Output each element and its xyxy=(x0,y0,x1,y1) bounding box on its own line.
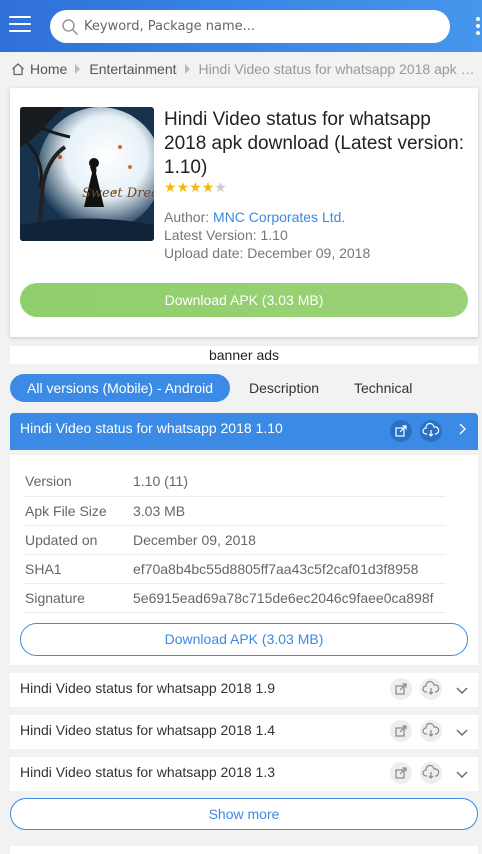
version-row[interactable]: Hindi Video status for whatsapp 2018 1.3 xyxy=(10,757,478,791)
cloud-download-icon[interactable] xyxy=(420,420,442,442)
detail-value: 1.10 (11) xyxy=(132,467,446,497)
version-row[interactable]: Hindi Video status for whatsapp 2018 1.4 xyxy=(10,715,478,749)
version-title: Hindi Video status for whatsapp 2018 1.3 xyxy=(20,764,276,780)
detail-key: SHA1 xyxy=(24,554,132,584)
detail-value: ef70a8b4bc55d8805ff7aa43c5f2caf01d3f8958 xyxy=(132,554,446,584)
cloud-download-icon[interactable] xyxy=(420,720,442,742)
detail-key: Signature xyxy=(24,583,132,613)
star-icon: ★ xyxy=(189,179,202,195)
breadcrumb-home[interactable]: Home xyxy=(30,61,67,77)
author-label: Author: xyxy=(164,209,210,225)
search-box[interactable] xyxy=(50,10,450,43)
breadcrumb: Home Entertainment Hindi Video status for … xyxy=(11,60,477,80)
more-vertical-icon[interactable] xyxy=(476,17,482,37)
details-table: Version 1.10 (11) Apk File Size 3.03 MB Up… xyxy=(24,467,446,613)
download-apk-version-button[interactable]: Download APK (3.03 MB) xyxy=(20,623,468,656)
app-icon: Sweet Dreams xyxy=(20,107,154,241)
download-apk-button[interactable]: Download APK (3.03 MB) xyxy=(20,283,468,317)
external-link-icon[interactable] xyxy=(390,420,412,442)
table-row: Version 1.10 (11) xyxy=(24,467,446,497)
detail-value: 3.03 MB xyxy=(132,496,446,526)
menu-icon[interactable] xyxy=(9,16,31,36)
app-title: Hindi Video status for whatsapp 2018 apk… xyxy=(164,109,464,178)
table-row: SHA1 ef70a8b4bc55d8805ff7aa43c5f2caf01d3f… xyxy=(24,554,446,584)
rating-stars: ★★★★★ xyxy=(164,180,227,194)
cloud-download-icon[interactable] xyxy=(420,762,442,784)
chevron-down-icon[interactable] xyxy=(456,768,468,780)
star-icon: ★ xyxy=(201,179,215,195)
external-link-icon[interactable] xyxy=(390,762,412,784)
breadcrumb-current: Hindi Video status for whatsapp 2018 apk… xyxy=(198,61,477,78)
banner-ads: banner ads xyxy=(10,346,478,364)
latest-version: Latest Version: 1.10 xyxy=(164,227,288,243)
detail-key: Updated on xyxy=(24,525,132,555)
cloud-download-icon[interactable] xyxy=(420,678,442,700)
show-more-button[interactable]: Show more xyxy=(10,798,478,830)
external-link-icon[interactable] xyxy=(390,720,412,742)
author-link[interactable]: MNC Corporates Ltd. xyxy=(213,209,345,225)
chevron-down-icon[interactable] xyxy=(456,726,468,738)
star-icon: ★ xyxy=(164,179,177,195)
version-title: Hindi Video status for whatsapp 2018 1.1… xyxy=(20,420,283,436)
tab-technical[interactable]: Technical xyxy=(354,374,412,402)
version-row[interactable]: Hindi Video status for whatsapp 2018 1.9 xyxy=(10,673,478,707)
top-bar xyxy=(0,0,482,52)
detail-value: 5e6915ead69a78c715de6ec2046c9faee0ca898f xyxy=(132,583,446,613)
external-link-icon[interactable] xyxy=(390,678,412,700)
breadcrumb-category[interactable]: Entertainment xyxy=(89,61,176,77)
search-icon xyxy=(62,19,78,35)
upload-date: Upload date: December 09, 2018 xyxy=(164,245,371,261)
search-input[interactable] xyxy=(84,10,440,43)
tab-description[interactable]: Description xyxy=(249,374,319,402)
bottom-card xyxy=(10,846,478,854)
table-row: Signature 5e6915ead69a78c715de6ec2046c9fa… xyxy=(24,583,446,613)
icon-text: Sweet Dreams xyxy=(82,186,154,201)
chevron-right-icon[interactable] xyxy=(456,423,468,435)
chevron-down-icon[interactable] xyxy=(456,684,468,696)
detail-value: December 09, 2018 xyxy=(132,525,446,555)
home-icon xyxy=(12,63,24,76)
version-row-open[interactable]: Hindi Video status for whatsapp 2018 1.1… xyxy=(10,413,478,450)
version-title: Hindi Video status for whatsapp 2018 1.9 xyxy=(20,680,276,696)
star-icon: ★ xyxy=(176,179,190,195)
star-icon: ★ xyxy=(214,179,227,195)
detail-key: Version xyxy=(24,467,132,497)
version-details: Version 1.10 (11) Apk File Size 3.03 MB Up… xyxy=(10,455,478,665)
table-row: Apk File Size 3.03 MB xyxy=(24,496,446,526)
app-card: Sweet Dreams Hindi Video status for what… xyxy=(10,88,478,337)
version-title: Hindi Video status for whatsapp 2018 1.4 xyxy=(20,722,276,738)
table-row: Updated on December 09, 2018 xyxy=(24,525,446,555)
detail-key: Apk File Size xyxy=(24,496,132,526)
tab-all-versions[interactable]: All versions (Mobile) - Android xyxy=(10,374,230,402)
app-meta: Author: MNC Corporates Ltd. Latest Versi… xyxy=(164,208,370,262)
